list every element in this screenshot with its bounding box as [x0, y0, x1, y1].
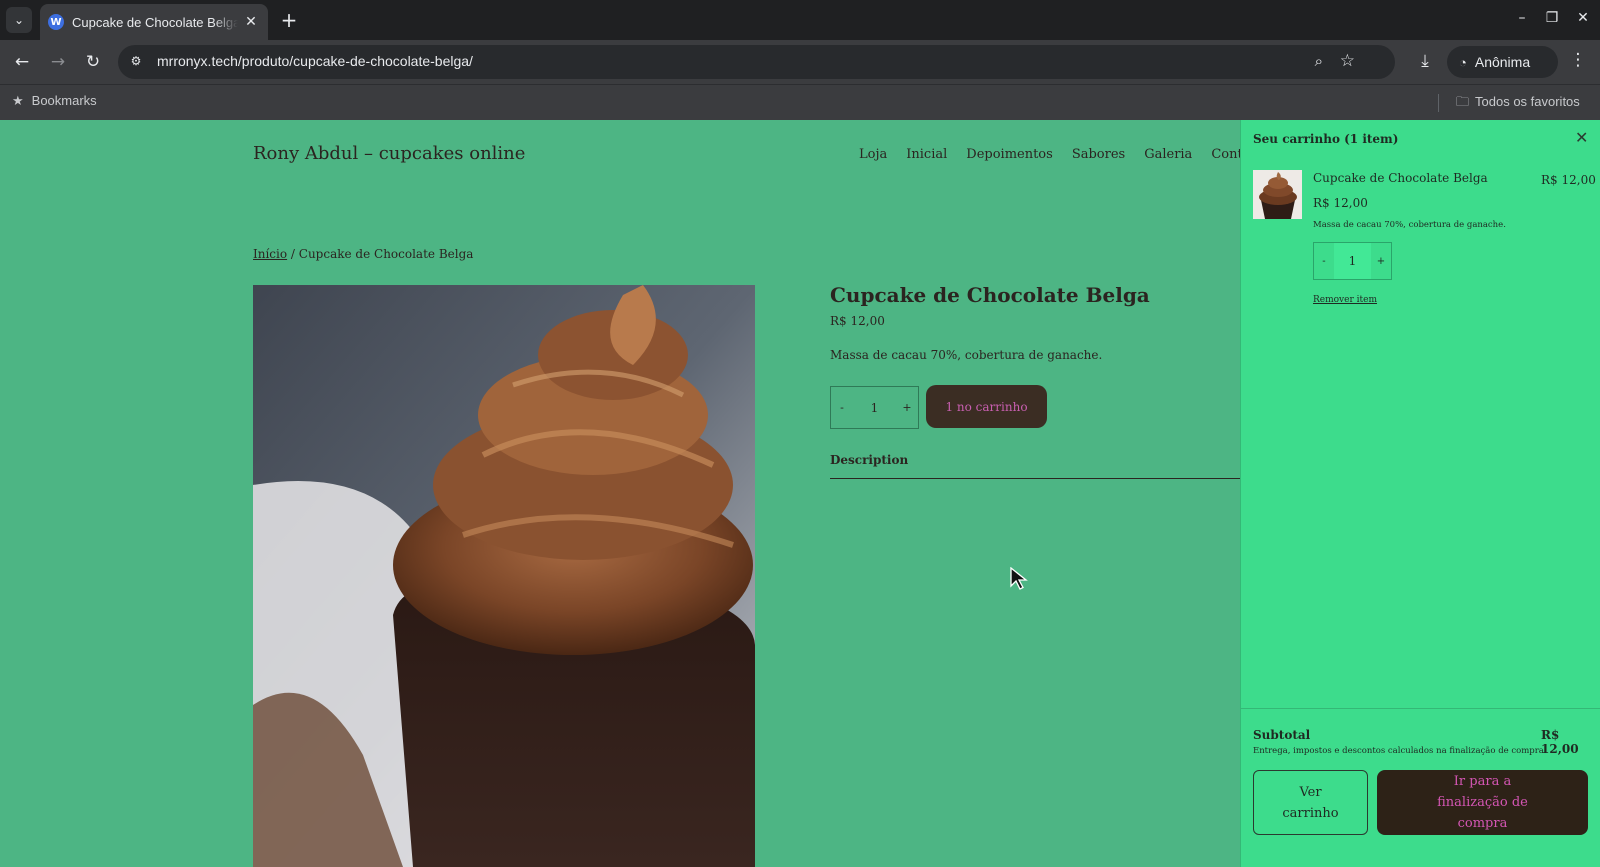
mouse-cursor-icon: [1010, 567, 1028, 590]
back-arrow-icon[interactable]: ←: [11, 51, 33, 73]
bookmarks-bar: ★ Bookmarks 🗀 Todos os favoritos: [0, 84, 1600, 120]
checkout-note: Entrega, impostos e descontos calculados…: [1253, 746, 1547, 756]
browser-menu-icon[interactable]: ⋮: [1568, 50, 1588, 70]
cart-item-name[interactable]: Cupcake de Chocolate Belga: [1313, 171, 1488, 185]
site-info-icon[interactable]: ⚙: [128, 54, 144, 70]
tab-close-icon[interactable]: ✕: [242, 14, 260, 30]
breadcrumb: Início / Cupcake de Chocolate Belga: [253, 247, 473, 261]
incognito-profile-button[interactable]: ◔ Anônima: [1447, 46, 1558, 78]
site-title[interactable]: Rony Abdul – cupcakes online: [253, 143, 525, 164]
bookmarks-star-icon: ★: [12, 93, 24, 108]
remove-item-link[interactable]: Remover item: [1313, 295, 1377, 305]
breadcrumb-home-link[interactable]: Início: [253, 247, 287, 261]
subtotal-value: R$ 12,00: [1541, 728, 1579, 756]
add-to-cart-button[interactable]: 1 no carrinho: [926, 385, 1047, 428]
bookmarks-label: Bookmarks: [31, 93, 97, 108]
product-image[interactable]: [253, 285, 755, 867]
folder-icon: 🗀: [1456, 94, 1470, 109]
quantity-increase-button[interactable]: +: [896, 401, 918, 414]
browser-tab-bar: ⌄ W Cupcake de Chocolate Belga ✕ + – ❐ ✕: [0, 0, 1600, 40]
cart-item-line-total: R$ 12,00: [1541, 173, 1596, 187]
quantity-stepper: - 1 +: [830, 386, 919, 429]
cart-heading: Seu carrinho (1 item): [1253, 132, 1399, 146]
all-bookmarks-label: Todos os favoritos: [1475, 94, 1580, 109]
subtotal-label: Subtotal: [1253, 728, 1311, 742]
cart-item-description: Massa de cacau 70%, cobertura de ganache…: [1313, 220, 1506, 230]
product-short-description: Massa de cacau 70%, cobertura de ganache…: [830, 348, 1103, 362]
tab-description[interactable]: Description: [830, 453, 908, 467]
cart-item-price: R$ 12,00: [1313, 196, 1368, 210]
nav-inicial[interactable]: Inicial: [906, 147, 947, 162]
product-title: Cupcake de Chocolate Belga: [830, 283, 1150, 307]
checkout-button[interactable]: Ir para a finalização de compra: [1377, 770, 1588, 835]
product-page: Rony Abdul – cupcakes online Loja Inicia…: [0, 120, 1263, 867]
tab-search-chevron-icon[interactable]: ⌄: [6, 7, 32, 33]
bookmark-star-icon[interactable]: ☆: [1340, 51, 1355, 71]
reload-icon[interactable]: ↻: [82, 51, 104, 73]
nav-galeria[interactable]: Galeria: [1144, 147, 1192, 162]
cart-footer: Subtotal R$ 12,00 Entrega, impostos e de…: [1241, 708, 1600, 867]
zoom-magnifier-icon[interactable]: ⌕: [1315, 52, 1323, 70]
cart-drawer: Seu carrinho (1 item) ✕ Cupcake de Choco…: [1240, 120, 1600, 867]
download-icon[interactable]: ⤓: [1414, 51, 1436, 71]
breadcrumb-current: Cupcake de Chocolate Belga: [298, 247, 474, 261]
quantity-input[interactable]: 1: [853, 401, 896, 415]
browser-toolbar: ← → ↻ ⚙ mrronyx.tech/produto/cupcake-de-…: [0, 40, 1600, 84]
product-price: R$ 12,00: [830, 314, 885, 328]
address-bar[interactable]: ⚙ mrronyx.tech/produto/cupcake-de-chocol…: [118, 45, 1395, 79]
minimize-icon[interactable]: –: [1512, 10, 1532, 26]
forward-arrow-icon[interactable]: →: [47, 51, 69, 73]
nav-sabores[interactable]: Sabores: [1072, 147, 1125, 162]
window-close-icon[interactable]: ✕: [1573, 10, 1593, 26]
main-nav: Loja Inicial Depoimentos Sabores Galeria…: [859, 147, 1263, 162]
new-tab-plus-icon[interactable]: +: [278, 9, 300, 31]
bookmarks-button[interactable]: ★ Bookmarks: [12, 93, 97, 109]
breadcrumb-separator: /: [287, 247, 299, 261]
cart-quantity-decrease-button[interactable]: -: [1314, 256, 1334, 267]
cart-quantity-input[interactable]: 1: [1334, 243, 1371, 279]
wordpress-favicon-icon: W: [48, 14, 64, 30]
nav-depoimentos[interactable]: Depoimentos: [966, 147, 1053, 162]
restore-icon[interactable]: ❐: [1542, 10, 1562, 26]
cart-close-icon[interactable]: ✕: [1575, 128, 1588, 147]
profile-label: Anônima: [1474, 54, 1531, 70]
browser-tab[interactable]: W Cupcake de Chocolate Belga ✕: [40, 4, 268, 40]
nav-loja[interactable]: Loja: [859, 147, 887, 162]
incognito-icon: ◔: [1459, 54, 1467, 70]
cart-item-thumbnail[interactable]: [1253, 170, 1302, 219]
cart-quantity-increase-button[interactable]: +: [1371, 256, 1391, 267]
tab-underline: [830, 478, 1240, 479]
view-cart-button[interactable]: Ver carrinho: [1253, 770, 1368, 835]
tab-title: Cupcake de Chocolate Belga: [72, 14, 238, 30]
url-text[interactable]: mrronyx.tech/produto/cupcake-de-chocolat…: [157, 53, 473, 69]
cart-quantity-stepper: - 1 +: [1313, 242, 1392, 280]
all-bookmarks-button[interactable]: 🗀 Todos os favoritos: [1456, 93, 1580, 115]
bookmarks-divider: [1438, 94, 1439, 112]
quantity-decrease-button[interactable]: -: [831, 401, 853, 414]
